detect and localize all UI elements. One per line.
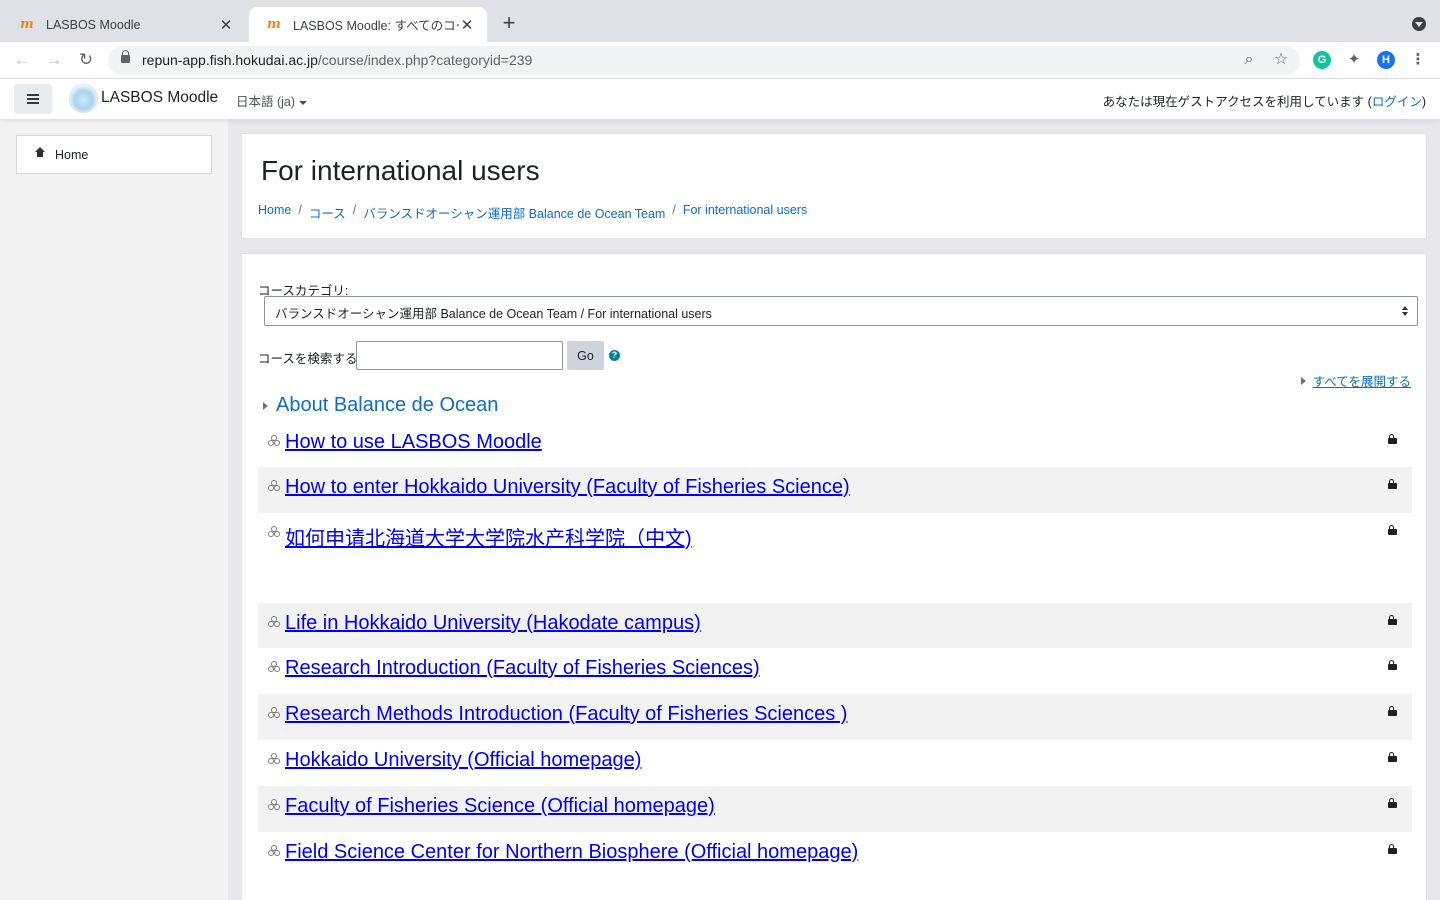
address-bar[interactable]: repun-app.fish.hokudai.ac.jp/course/inde…	[108, 46, 1300, 75]
course-row: Research Methods Introduction (Faculty o…	[258, 694, 1412, 740]
guest-access-lock-icon	[1388, 615, 1397, 626]
breadcrumb: Home / コース / バランスドオーシャン運用部 Balance de Oc…	[258, 203, 808, 222]
grammarly-extension-icon[interactable]: G	[1313, 51, 1331, 69]
course-row: Hokkaido University (Official homepage)	[258, 740, 1412, 786]
course-link[interactable]: 如何申请北海道大学大学院水产科学院（中文)	[285, 522, 692, 551]
course-row: How to use LASBOS Moodle	[258, 422, 1412, 467]
breadcrumb-courses[interactable]: コース	[309, 203, 346, 222]
course-row: How to enter Hokkaido University (Facult…	[258, 467, 1412, 513]
caret-right-icon	[263, 401, 268, 410]
guest-access-lock-icon	[1388, 798, 1397, 809]
page-header: For international users Home / コース / バラン…	[241, 133, 1427, 239]
category-selected-value: バランスドオーシャン運用部 Balance de Ocean Team / Fo…	[275, 307, 712, 321]
search-go-button[interactable]: Go	[567, 341, 604, 370]
course-row: Research Introduction (Faculty of Fisher…	[258, 648, 1412, 694]
profile-avatar[interactable]: H	[1377, 51, 1395, 69]
bookmark-star-icon[interactable]: ☆	[1272, 51, 1290, 69]
course-link[interactable]: Research Methods Introduction (Faculty o…	[285, 703, 847, 726]
lock-icon	[121, 50, 130, 63]
browser-toolbar: ← → ↻ repun-app.fish.hokudai.ac.jp/cours…	[0, 42, 1440, 79]
course-link[interactable]: How to use LASBOS Moodle	[285, 431, 542, 454]
guest-access-lock-icon	[1388, 434, 1397, 445]
course-row: Faculty of Fisheries Science (Official h…	[258, 786, 1412, 832]
moodle-favicon-icon: m	[20, 17, 34, 32]
course-icon	[268, 435, 280, 447]
course-search-input[interactable]	[356, 341, 563, 370]
tab-close-icon[interactable]: ✕	[218, 16, 234, 34]
drawer-toggle-button[interactable]	[14, 84, 52, 114]
forward-arrow-icon[interactable]: →	[44, 50, 64, 70]
home-icon	[35, 147, 45, 159]
browser-tab-1[interactable]: m LASBOS Moodle ✕	[2, 7, 246, 42]
course-icon	[268, 845, 280, 857]
course-link[interactable]: How to enter Hokkaido University (Facult…	[285, 476, 850, 499]
guest-access-lock-icon	[1388, 660, 1397, 671]
new-tab-button[interactable]: +	[499, 12, 519, 36]
language-menu[interactable]: 日本語 (ja)	[236, 91, 308, 110]
url-text: repun-app.fish.hokudai.ac.jp/course/inde…	[142, 52, 533, 68]
browser-menu-icon[interactable]: ⋮	[1409, 51, 1427, 69]
course-icon	[268, 707, 280, 719]
category-select[interactable]: バランスドオーシャン運用部 Balance de Ocean Team / Fo…	[264, 296, 1418, 326]
course-row: Life in Hokkaido University (Hakodate ca…	[258, 603, 1412, 648]
course-category-region: コースカテゴリ: バランスドオーシャン運用部 Balance de Ocean …	[241, 253, 1427, 900]
breadcrumb-category[interactable]: バランスドオーシャン運用部 Balance de Ocean Team	[363, 203, 665, 222]
course-row: 如何申请北海道大学大学院水产科学院（中文)	[258, 513, 1412, 603]
course-icon	[268, 480, 280, 492]
guest-access-notice: あなたは現在ゲストアクセスを利用しています (ログイン)	[1102, 95, 1426, 109]
course-link[interactable]: Field Science Center for Northern Biosph…	[285, 841, 858, 864]
course-link[interactable]: Life in Hokkaido University (Hakodate ca…	[285, 612, 701, 635]
expand-all-link[interactable]: すべてを展開する	[1300, 371, 1411, 390]
guest-access-lock-icon	[1388, 752, 1397, 763]
browser-tab-2[interactable]: m LASBOS Moodle: すべてのコース ✕	[249, 7, 487, 42]
course-icon	[268, 526, 280, 538]
subcategory-item[interactable]: About Balance de Ocean	[263, 394, 498, 417]
tab-title: LASBOS Moodle: すべてのコース	[293, 19, 459, 33]
sidebar-item-label: Home	[55, 147, 89, 162]
breadcrumb-current[interactable]: For international users	[683, 203, 807, 222]
tab-close-icon[interactable]: ✕	[459, 16, 475, 34]
nav-drawer: Home	[0, 119, 228, 900]
login-link[interactable]: ログイン	[1372, 95, 1422, 109]
browser-tab-bar: m LASBOS Moodle ✕ m LASBOS Moodle: すべてのコ…	[0, 0, 1440, 42]
reload-icon[interactable]: ↻	[76, 50, 96, 70]
moodle-favicon-icon: m	[267, 17, 281, 32]
course-link[interactable]: Faculty of Fisheries Science (Official h…	[285, 795, 715, 818]
course-icon	[268, 753, 280, 765]
guest-access-lock-icon	[1388, 706, 1397, 717]
back-arrow-icon[interactable]: ←	[12, 50, 32, 70]
course-list: How to use LASBOS Moodle How to enter Hok…	[258, 422, 1412, 878]
page-title: For international users	[261, 155, 540, 186]
caret-right-icon	[1300, 376, 1306, 385]
tab-search-icon[interactable]	[1412, 17, 1426, 31]
help-icon[interactable]: ?	[609, 350, 620, 361]
course-row: Field Science Center for Northern Biosph…	[258, 832, 1412, 878]
site-logo[interactable]	[69, 84, 98, 113]
course-icon	[268, 616, 280, 628]
zoom-icon[interactable]: ⌕	[1240, 51, 1258, 69]
course-link[interactable]: Research Introduction (Faculty of Fisher…	[285, 657, 760, 680]
course-icon	[268, 799, 280, 811]
guest-access-lock-icon	[1388, 525, 1397, 536]
course-icon	[268, 661, 280, 673]
extensions-puzzle-icon[interactable]: ✦	[1345, 51, 1363, 69]
subcategory-name[interactable]: About Balance de Ocean	[276, 394, 498, 417]
guest-access-lock-icon	[1388, 844, 1397, 855]
course-link[interactable]: Hokkaido University (Official homepage)	[285, 749, 641, 772]
chevron-down-icon	[299, 100, 308, 105]
breadcrumb-home[interactable]: Home	[258, 203, 291, 222]
moodle-navbar: LASBOS Moodle 日本語 (ja) あなたは現在ゲストアクセスを利用し…	[0, 79, 1440, 119]
sidebar-item-home[interactable]: Home	[16, 135, 212, 174]
course-search-label: コースを検索する	[258, 352, 358, 366]
tab-title: LASBOS Moodle	[46, 17, 141, 32]
guest-access-lock-icon	[1388, 479, 1397, 490]
site-name[interactable]: LASBOS Moodle	[101, 89, 218, 107]
